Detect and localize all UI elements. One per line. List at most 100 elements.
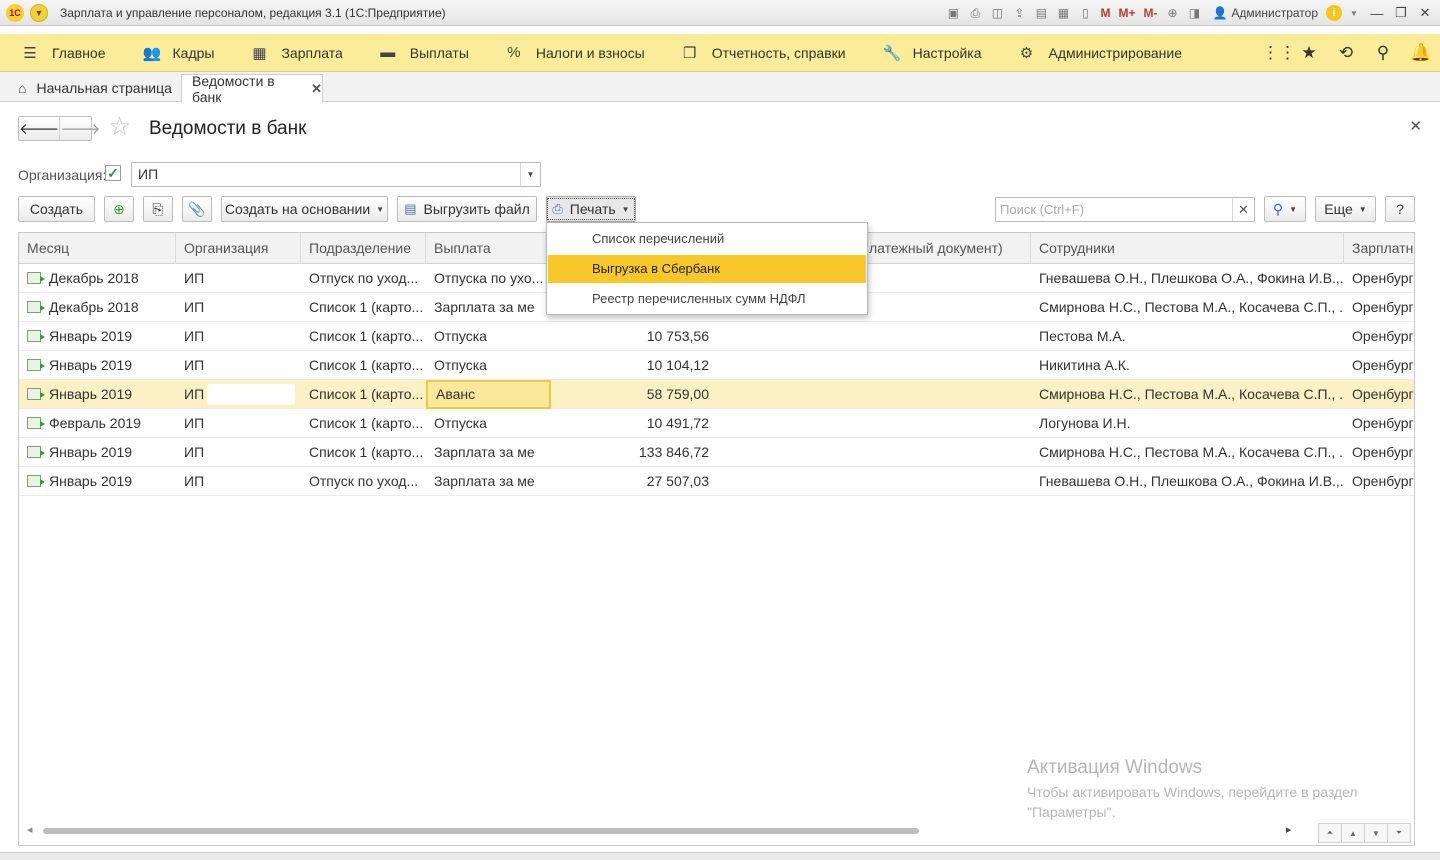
table-icon[interactable]: ▤ (1031, 3, 1051, 23)
cell-payment: Отпуска (426, 322, 551, 351)
close-tab-icon[interactable]: ✕ (311, 81, 322, 97)
menu-item-ndfl-register[interactable]: Реестр перечисленных сумм НДФЛ (548, 285, 866, 313)
history-icon[interactable]: ⟲ (1336, 43, 1356, 63)
redacted-area (207, 326, 295, 347)
section-reports[interactable]: ❐ Отчетность, справки (660, 34, 861, 72)
table-row[interactable]: Январь 2019 ИП Список 1 (карто... Отпуска 10… (19, 351, 1414, 380)
section-admin[interactable]: ⚙ Администрирование (997, 34, 1198, 72)
table-row[interactable]: Январь 2019 ИП Список 1 (карто... Аванс 58 7… (19, 380, 1414, 409)
section-hr[interactable]: 👥 Кадры (121, 34, 230, 72)
menu-item-transfer-list[interactable]: Список перечислений (548, 225, 866, 253)
restore-button[interactable]: ❐ (1390, 5, 1412, 21)
calculator-icon[interactable]: ▦ (1053, 3, 1073, 23)
chevron-down-icon: ▼ (621, 204, 630, 214)
attach-button[interactable]: 📎 (182, 196, 212, 222)
horizontal-scrollbar[interactable]: ◀ ▶ (25, 827, 1293, 835)
section-label: Администрирование (1048, 44, 1183, 61)
section-label: Главное (52, 44, 106, 61)
redacted-area (207, 297, 295, 318)
posted-document-icon (27, 272, 45, 285)
app-logo: 1С (6, 3, 24, 22)
table-row[interactable]: Февраль 2019 ИП Список 1 (карто... Отпуска 1… (19, 409, 1414, 438)
section-taxes[interactable]: % Налоги и взносы (484, 34, 660, 72)
back-arrow-icon[interactable]: 🡐 (19, 117, 59, 140)
main-menu-button[interactable]: ▼ (30, 3, 48, 22)
close-form-icon[interactable]: ✕ (1409, 117, 1422, 135)
scroll-top-icon[interactable]: ⏶ (1318, 823, 1342, 843)
section-payments[interactable]: ▬ Выплаты (358, 34, 484, 72)
upload-icon[interactable]: ⇪ (1009, 3, 1029, 23)
cell-month-text: Январь 2019 (49, 386, 133, 402)
favorites-star-icon[interactable]: ★ (1299, 43, 1319, 63)
scroll-left-icon[interactable]: ◀ (27, 826, 32, 834)
activation-watermark-text: Чтобы активировать Windows, перейдите в … (1027, 784, 1358, 820)
cell-employees: Пестова М.А. (1031, 322, 1344, 351)
statements-table[interactable]: Месяц Организация Подразделение Выплата … (18, 232, 1415, 846)
apps-grid-icon[interactable]: ⋮⋮ (1262, 43, 1296, 63)
copy-button[interactable]: ⊕ (104, 196, 134, 222)
info-icon[interactable]: i (1326, 5, 1342, 21)
cell-department: Отпуск по уход... (301, 264, 426, 293)
save-icon[interactable]: ▣ (943, 3, 963, 23)
gear-icon: ⚙ (1019, 44, 1034, 62)
column-department[interactable]: Подразделение (301, 233, 426, 264)
cell-sum: 10 753,56 (551, 322, 717, 351)
section-label: Настройка (912, 44, 982, 61)
export-file-button[interactable]: ▤ Выгрузить файл (397, 196, 537, 222)
scroll-down-icon[interactable]: ▼ (1364, 823, 1388, 843)
organization-filter-checkbox[interactable]: ✓ (105, 165, 121, 181)
column-month[interactable]: Месяц (19, 233, 176, 264)
help-button[interactable]: ? (1385, 196, 1415, 222)
favorite-star-icon[interactable]: ☆ (108, 113, 131, 139)
table-row[interactable]: Январь 2019 ИП Список 1 (карто... Отпуска 10… (19, 322, 1414, 351)
cell-payment-text: Отпуска (434, 415, 487, 431)
clear-search-icon[interactable]: ✕ (1232, 198, 1254, 221)
section-main[interactable]: ☰ Главное (0, 34, 121, 72)
create-button[interactable]: Создать (18, 196, 95, 222)
column-payment[interactable]: Выплата (426, 233, 551, 264)
memory-m-button[interactable]: M (1097, 3, 1113, 23)
calendar-icon[interactable]: ▯ (1075, 3, 1095, 23)
section-salary[interactable]: ▦ Зарплата (229, 34, 357, 72)
print-icon[interactable]: ⎙ (965, 3, 985, 23)
table-row[interactable]: Январь 2019 ИП Список 1 (карто... Зарплата … (19, 438, 1414, 467)
preview-icon[interactable]: ◫ (987, 3, 1007, 23)
search-options-button[interactable]: ⚲ ▼ (1264, 196, 1306, 222)
search-icon[interactable]: ⚲ (1373, 43, 1393, 63)
tab-bank-statements[interactable]: Ведомости в банк ✕ (181, 73, 323, 105)
chevron-down-icon[interactable]: ▼ (520, 163, 540, 186)
section-settings[interactable]: 🔧 Настройка (861, 34, 997, 72)
user-menu[interactable]: 👤 Администратор (1206, 6, 1324, 20)
tab-home[interactable]: ⌂ Начальная страница (8, 74, 180, 102)
column-salary-project[interactable]: Зарплатны (1344, 233, 1414, 264)
search-input[interactable]: Поиск (Ctrl+F) ✕ (995, 197, 1255, 222)
notifications-bell-icon[interactable]: 🔔 (1410, 43, 1431, 63)
scrollbar-thumb[interactable] (43, 828, 919, 834)
forward-arrow-icon[interactable]: 🡒 (59, 117, 100, 140)
cell-month-text: Декабрь 2018 (49, 299, 139, 315)
minimize-button[interactable]: — (1366, 6, 1388, 21)
post-button[interactable]: ⎘ (143, 196, 173, 222)
close-window-button[interactable]: ✕ (1414, 5, 1436, 21)
print-button[interactable]: ⎙ Печать ▼ (546, 196, 636, 222)
cell-payment-document (717, 351, 1031, 380)
memory-minus-button[interactable]: M- (1140, 3, 1160, 23)
column-organization[interactable]: Организация (176, 233, 301, 264)
more-button[interactable]: Еще ▼ (1315, 196, 1376, 222)
cell-organization-text: ИП (184, 415, 205, 431)
cell-salary-project: Оренбург (1344, 322, 1414, 351)
organization-field[interactable]: ИП ▼ (131, 162, 541, 187)
zoom-icon[interactable]: ⊕ (1162, 3, 1182, 23)
table-row[interactable]: Январь 2019 ИП Отпуск по уход... Зарплата з… (19, 467, 1414, 496)
column-employees[interactable]: Сотрудники (1031, 233, 1344, 264)
memory-plus-button[interactable]: M+ (1115, 3, 1138, 23)
scroll-up-icon[interactable]: ▲ (1341, 823, 1365, 843)
menu-item-sberbank-export[interactable]: Выгрузка в Сбербанк (548, 255, 866, 283)
cell-employees-text: Никитина А.К. (1039, 357, 1130, 373)
create-based-on-button[interactable]: Создать на основании ▼ (221, 196, 388, 222)
cell-payment-document (717, 380, 1031, 409)
scroll-bottom-icon[interactable]: ⏷ (1387, 823, 1411, 843)
scroll-right-icon[interactable]: ▶ (1286, 826, 1291, 834)
chevron-down-icon[interactable]: ▼ (1344, 3, 1364, 23)
panels-icon[interactable]: ◨ (1184, 3, 1204, 23)
